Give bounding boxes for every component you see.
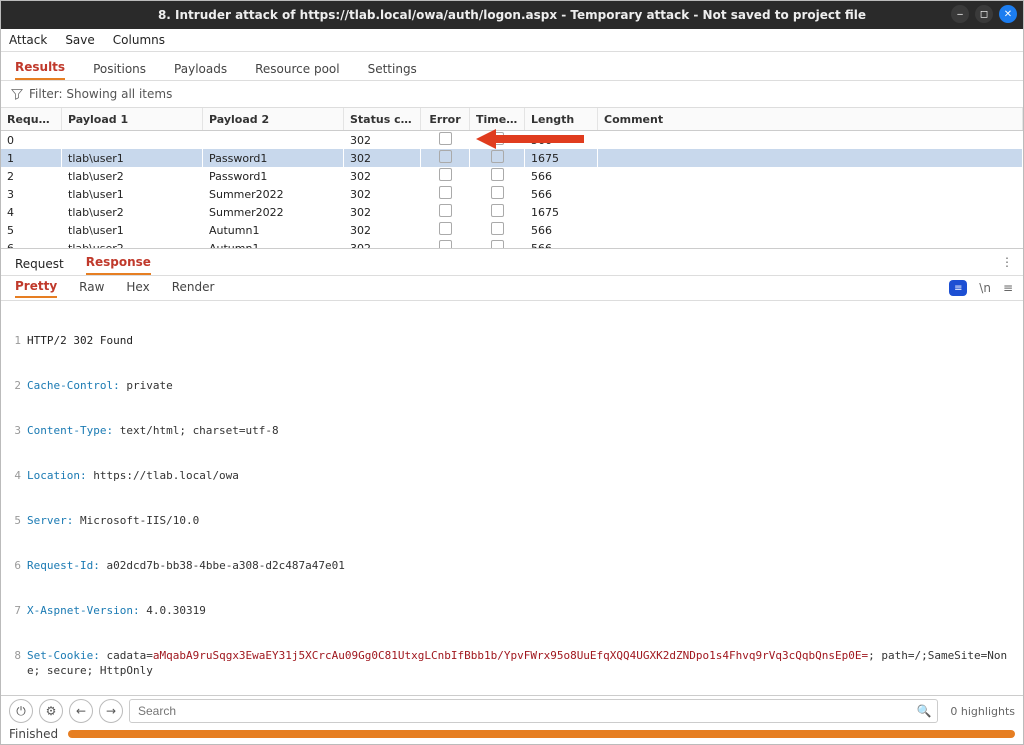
timeout-checkbox xyxy=(491,168,504,181)
menu-bar: Attack Save Columns xyxy=(1,29,1023,52)
status-bar: Finished xyxy=(1,726,1023,744)
table-row[interactable]: 5tlab\user1Autumn1302566 xyxy=(1,221,1023,239)
inspector-kebab-icon[interactable]: ⋮ xyxy=(1001,255,1013,269)
inspector-tab-request[interactable]: Request xyxy=(15,253,64,275)
search-icon[interactable]: 🔍 xyxy=(916,704,931,718)
table-row[interactable]: 1tlab\user1Password13021675 xyxy=(1,149,1023,167)
view-pretty[interactable]: Pretty xyxy=(15,279,57,298)
error-checkbox xyxy=(439,204,452,217)
back-icon[interactable]: ← xyxy=(69,699,93,723)
primary-tabs: Results Positions Payloads Resource pool… xyxy=(1,52,1023,81)
error-checkbox xyxy=(439,150,452,163)
tab-payloads[interactable]: Payloads xyxy=(174,57,227,80)
col-error[interactable]: Error xyxy=(421,108,470,131)
timeout-checkbox xyxy=(491,240,504,249)
table-row[interactable]: 6tlab\user2Autumn1302566 xyxy=(1,239,1023,249)
window-maximize-button[interactable]: ◻ xyxy=(975,5,993,23)
table-row[interactable]: 2tlab\user2Password1302566 xyxy=(1,167,1023,185)
menu-save[interactable]: Save xyxy=(65,33,94,47)
tab-settings[interactable]: Settings xyxy=(368,57,417,80)
timeout-checkbox xyxy=(491,204,504,217)
tab-resource-pool[interactable]: Resource pool xyxy=(255,57,339,80)
progress-bar xyxy=(68,730,1015,738)
results-table: Request Payload 1 Payload 2 Status code … xyxy=(1,108,1023,249)
error-checkbox xyxy=(439,222,452,235)
settings-icon[interactable]: ⚙ xyxy=(39,699,63,723)
view-hex[interactable]: Hex xyxy=(126,280,149,297)
col-timeout[interactable]: Timeout xyxy=(470,108,525,131)
menu-attack[interactable]: Attack xyxy=(9,33,47,47)
status-label: Finished xyxy=(9,727,58,741)
error-checkbox xyxy=(439,186,452,199)
col-length[interactable]: Length xyxy=(525,108,598,131)
col-payload1[interactable]: Payload 1 xyxy=(62,108,203,131)
search-input[interactable] xyxy=(136,703,916,719)
forward-icon[interactable]: → xyxy=(99,699,123,723)
error-checkbox xyxy=(439,240,452,249)
timeout-checkbox xyxy=(491,222,504,235)
table-header-row: Request Payload 1 Payload 2 Status code … xyxy=(1,108,1023,131)
col-payload2[interactable]: Payload 2 xyxy=(203,108,344,131)
error-checkbox xyxy=(439,132,452,145)
search-box[interactable]: 🔍 xyxy=(129,699,938,723)
actions-icon[interactable]: ≡ xyxy=(949,280,967,296)
col-request[interactable]: Request xyxy=(1,108,62,131)
response-body[interactable]: 1HTTP/2 302 Found 2Cache-Control: privat… xyxy=(1,301,1023,695)
view-raw[interactable]: Raw xyxy=(79,280,104,297)
col-status[interactable]: Status code xyxy=(344,108,421,131)
filter-icon xyxy=(11,88,23,100)
filter-bar[interactable]: Filter: Showing all items xyxy=(1,81,1023,108)
bottom-bar: ⏻ ⚙ ← → 🔍 0 highlights xyxy=(1,695,1023,726)
timeout-checkbox xyxy=(491,150,504,163)
title-bar: 8. Intruder attack of https://tlab.local… xyxy=(1,1,1023,29)
table-row[interactable]: 0302566 xyxy=(1,131,1023,150)
table-row[interactable]: 3tlab\user1Summer2022302566 xyxy=(1,185,1023,203)
timeout-checkbox xyxy=(491,132,504,145)
view-toolbar: Pretty Raw Hex Render ≡ \n ≡ xyxy=(1,276,1023,301)
newline-icon[interactable]: \n xyxy=(979,281,991,295)
results-table-wrap: Request Payload 1 Payload 2 Status code … xyxy=(1,108,1023,249)
error-checkbox xyxy=(439,168,452,181)
inspector-tab-response[interactable]: Response xyxy=(86,251,151,275)
tab-positions[interactable]: Positions xyxy=(93,57,146,80)
inspector-tabs: Request Response ⋮ xyxy=(1,249,1023,276)
window-title: 8. Intruder attack of https://tlab.local… xyxy=(1,8,1023,22)
table-row[interactable]: 4tlab\user2Summer20223021675 xyxy=(1,203,1023,221)
hamburger-icon[interactable]: ≡ xyxy=(1003,281,1013,295)
highlight-count: 0 highlights xyxy=(944,705,1015,718)
filter-label: Filter: Showing all items xyxy=(29,87,172,101)
tab-results[interactable]: Results xyxy=(15,55,65,80)
view-render[interactable]: Render xyxy=(172,280,215,297)
timeout-checkbox xyxy=(491,186,504,199)
power-icon[interactable]: ⏻ xyxy=(9,699,33,723)
resp-line: HTTP/2 302 Found xyxy=(27,333,1023,348)
menu-columns[interactable]: Columns xyxy=(113,33,165,47)
col-comment[interactable]: Comment xyxy=(598,108,1023,131)
window-close-button[interactable]: ✕ xyxy=(999,5,1017,23)
window-minimize-button[interactable]: ‒ xyxy=(951,5,969,23)
